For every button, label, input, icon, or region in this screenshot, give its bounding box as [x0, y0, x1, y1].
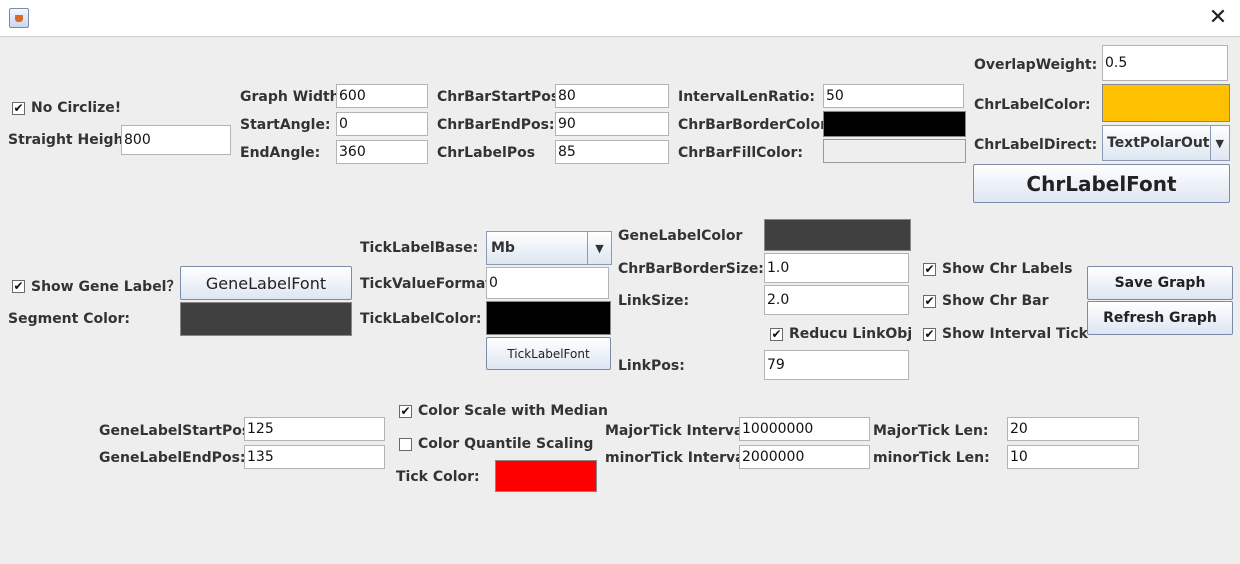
- interval-len-ratio-input[interactable]: [823, 84, 964, 108]
- chr-label-color-label: ChrLabelColor:: [974, 97, 1091, 113]
- major-tick-len-input[interactable]: [1007, 417, 1139, 441]
- link-pos-label: LinkPos:: [618, 358, 685, 374]
- java-cup-icon: [9, 8, 29, 28]
- tick-label-font-button[interactable]: TickLabelFont: [486, 337, 611, 370]
- segment-color-swatch[interactable]: [180, 302, 352, 336]
- chr-label-direct-select[interactable]: TextPolarOut ▼: [1102, 125, 1230, 161]
- show-chr-bar-checkbox[interactable]: ✔ Show Chr Bar: [923, 293, 1049, 309]
- chr-bar-border-size-label: ChrBarBorderSize:: [618, 261, 764, 277]
- start-angle-label: StartAngle:: [240, 117, 331, 133]
- show-chr-bar-label: Show Chr Bar: [942, 293, 1049, 309]
- gene-label-color-label: GeneLabelColor: [618, 228, 743, 244]
- gene-label-end-pos-label: GeneLabelEndPos:: [99, 450, 246, 466]
- show-chr-labels-checkbox[interactable]: ✔ Show Chr Labels: [923, 261, 1073, 277]
- reducu-link-obj-checkbox[interactable]: ✔ Reducu LinkObj: [770, 326, 912, 342]
- gene-label-start-pos-label: GeneLabelStartPos:: [99, 423, 256, 439]
- chr-bar-border-color-swatch[interactable]: [823, 111, 966, 137]
- checkbox-box[interactable]: ✔: [923, 327, 936, 341]
- overlap-weight-input[interactable]: [1102, 45, 1228, 81]
- show-chr-labels-label: Show Chr Labels: [942, 261, 1073, 277]
- tick-value-format-input[interactable]: [486, 267, 609, 299]
- end-angle-input[interactable]: [336, 140, 428, 164]
- link-pos-input[interactable]: [764, 350, 909, 380]
- checkbox-box[interactable]: ✔: [12, 279, 25, 293]
- gene-label-start-pos-input[interactable]: [244, 417, 385, 441]
- chr-bar-end-pos-input[interactable]: [555, 112, 669, 136]
- chr-bar-fill-color-label: ChrBarFillColor:: [678, 145, 803, 161]
- no-circlize-checkbox[interactable]: ✔ No Circlize!: [12, 100, 121, 116]
- major-tick-interval-input[interactable]: [739, 417, 870, 441]
- checkbox-box[interactable]: ✔: [923, 262, 936, 276]
- close-icon[interactable]: ✕: [1205, 5, 1231, 31]
- chr-bar-start-pos-input[interactable]: [555, 84, 669, 108]
- checkbox-box[interactable]: ✔: [923, 294, 936, 308]
- minor-tick-len-input[interactable]: [1007, 445, 1139, 469]
- tick-label-base-label: TickLabelBase:: [360, 240, 479, 256]
- chr-label-pos-input[interactable]: [555, 140, 669, 164]
- chr-bar-start-pos-label: ChrBarStartPos:: [437, 89, 565, 105]
- tick-value-format-label: TickValueFormat:: [360, 276, 498, 292]
- show-gene-label-checkbox[interactable]: ✔ Show Gene Label？: [12, 276, 180, 296]
- save-graph-button[interactable]: Save Graph: [1087, 266, 1233, 300]
- checkbox-box[interactable]: ✔: [770, 327, 783, 341]
- show-interval-tick-label: Show Interval Tick: [942, 326, 1088, 342]
- chr-label-pos-label: ChrLabelPos: [437, 145, 536, 161]
- show-gene-label-label: Show Gene Label？: [31, 279, 181, 295]
- chr-label-direct-value: TextPolarOut: [1107, 135, 1210, 151]
- minor-tick-interval-label: minorTick Interval:: [605, 450, 755, 466]
- tick-label-color-swatch[interactable]: [486, 301, 611, 335]
- chevron-down-icon[interactable]: ▼: [1209, 126, 1230, 160]
- straight-height-label: Straight Height:: [8, 132, 136, 148]
- chr-label-color-swatch[interactable]: [1102, 84, 1230, 122]
- chr-bar-border-size-input[interactable]: [764, 253, 909, 283]
- graph-width-label: Graph Width:: [240, 89, 346, 105]
- overlap-weight-label: OverlapWeight:: [974, 57, 1098, 73]
- minor-tick-interval-input[interactable]: [739, 445, 870, 469]
- tick-color-label: Tick Color:: [396, 469, 480, 485]
- no-circlize-label: No Circlize!: [31, 100, 122, 116]
- reducu-link-obj-label: Reducu LinkObj: [789, 326, 913, 342]
- link-size-input[interactable]: [764, 285, 909, 315]
- chr-label-direct-label: ChrLabelDirect:: [974, 137, 1098, 153]
- tick-label-base-value: Mb: [491, 240, 515, 256]
- color-scale-median-label: Color Scale with Median: [418, 403, 609, 419]
- color-quantile-scaling-label: Color Quantile Scaling: [418, 436, 594, 452]
- gene-label-color-swatch[interactable]: [764, 219, 911, 251]
- minor-tick-len-label: minorTick Len:: [873, 450, 990, 466]
- gene-label-end-pos-input[interactable]: [244, 445, 385, 469]
- major-tick-len-label: MajorTick Len:: [873, 423, 989, 439]
- checkbox-box[interactable]: ✔: [399, 404, 412, 418]
- refresh-graph-button[interactable]: Refresh Graph: [1087, 301, 1233, 335]
- color-quantile-scaling-checkbox[interactable]: Color Quantile Scaling: [399, 436, 593, 452]
- segment-color-label: Segment Color:: [8, 311, 131, 327]
- chevron-down-icon[interactable]: ▼: [587, 232, 611, 264]
- tick-label-base-select[interactable]: Mb ▼: [486, 231, 612, 265]
- checkbox-box[interactable]: ✔: [12, 101, 25, 115]
- major-tick-interval-label: MajorTick Interval:: [605, 423, 754, 439]
- chr-label-font-button[interactable]: ChrLabelFont: [973, 164, 1230, 203]
- chr-bar-border-color-label: ChrBarBorderColor:: [678, 117, 833, 133]
- link-size-label: LinkSize:: [618, 293, 690, 309]
- chr-bar-fill-color-swatch[interactable]: [823, 139, 966, 163]
- title-bar: ✕: [0, 0, 1240, 37]
- checkbox-box[interactable]: [399, 437, 412, 451]
- tick-color-swatch[interactable]: [495, 460, 597, 492]
- gene-label-font-button[interactable]: GeneLabelFont: [180, 266, 352, 300]
- show-interval-tick-checkbox[interactable]: ✔ Show Interval Tick: [923, 326, 1088, 342]
- color-scale-median-checkbox[interactable]: ✔ Color Scale with Median: [399, 403, 608, 419]
- interval-len-ratio-label: IntervalLenRatio:: [678, 89, 815, 105]
- straight-height-input[interactable]: [121, 125, 231, 155]
- start-angle-input[interactable]: [336, 112, 428, 136]
- tick-label-color-label: TickLabelColor:: [360, 311, 482, 327]
- chr-bar-end-pos-label: ChrBarEndPos:: [437, 117, 555, 133]
- graph-width-input[interactable]: [336, 84, 428, 108]
- end-angle-label: EndAngle:: [240, 145, 321, 161]
